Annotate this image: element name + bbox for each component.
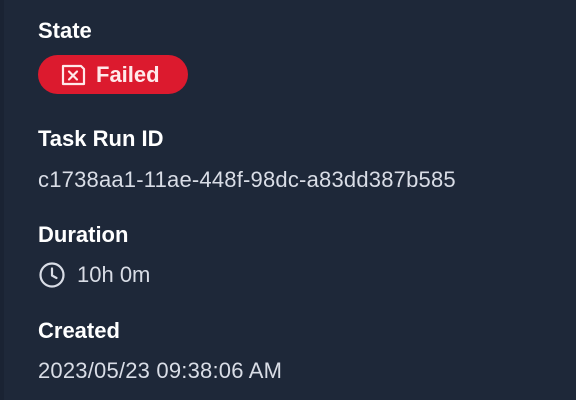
task-run-details-panel: State Failed Task Run ID c1738aa1-11ae-4…: [0, 0, 576, 400]
state-badge-failed: Failed: [38, 55, 188, 94]
created-value: 2023/05/23 09:38:06 AM: [38, 358, 283, 383]
duration-value: 10h 0m: [77, 262, 151, 287]
duration-label: Duration: [38, 222, 129, 247]
state-label: State: [38, 18, 92, 43]
clock-icon: [38, 261, 66, 289]
task-run-id-label: Task Run ID: [38, 126, 164, 151]
created-label: Created: [38, 318, 120, 343]
x-square-icon: [60, 63, 86, 87]
task-run-id-value: c1738aa1-11ae-448f-98dc-a83dd387b585: [38, 167, 456, 192]
state-badge-text: Failed: [96, 61, 160, 87]
duration-row: 10h 0m: [38, 261, 150, 289]
panel-edge: [0, 0, 4, 400]
